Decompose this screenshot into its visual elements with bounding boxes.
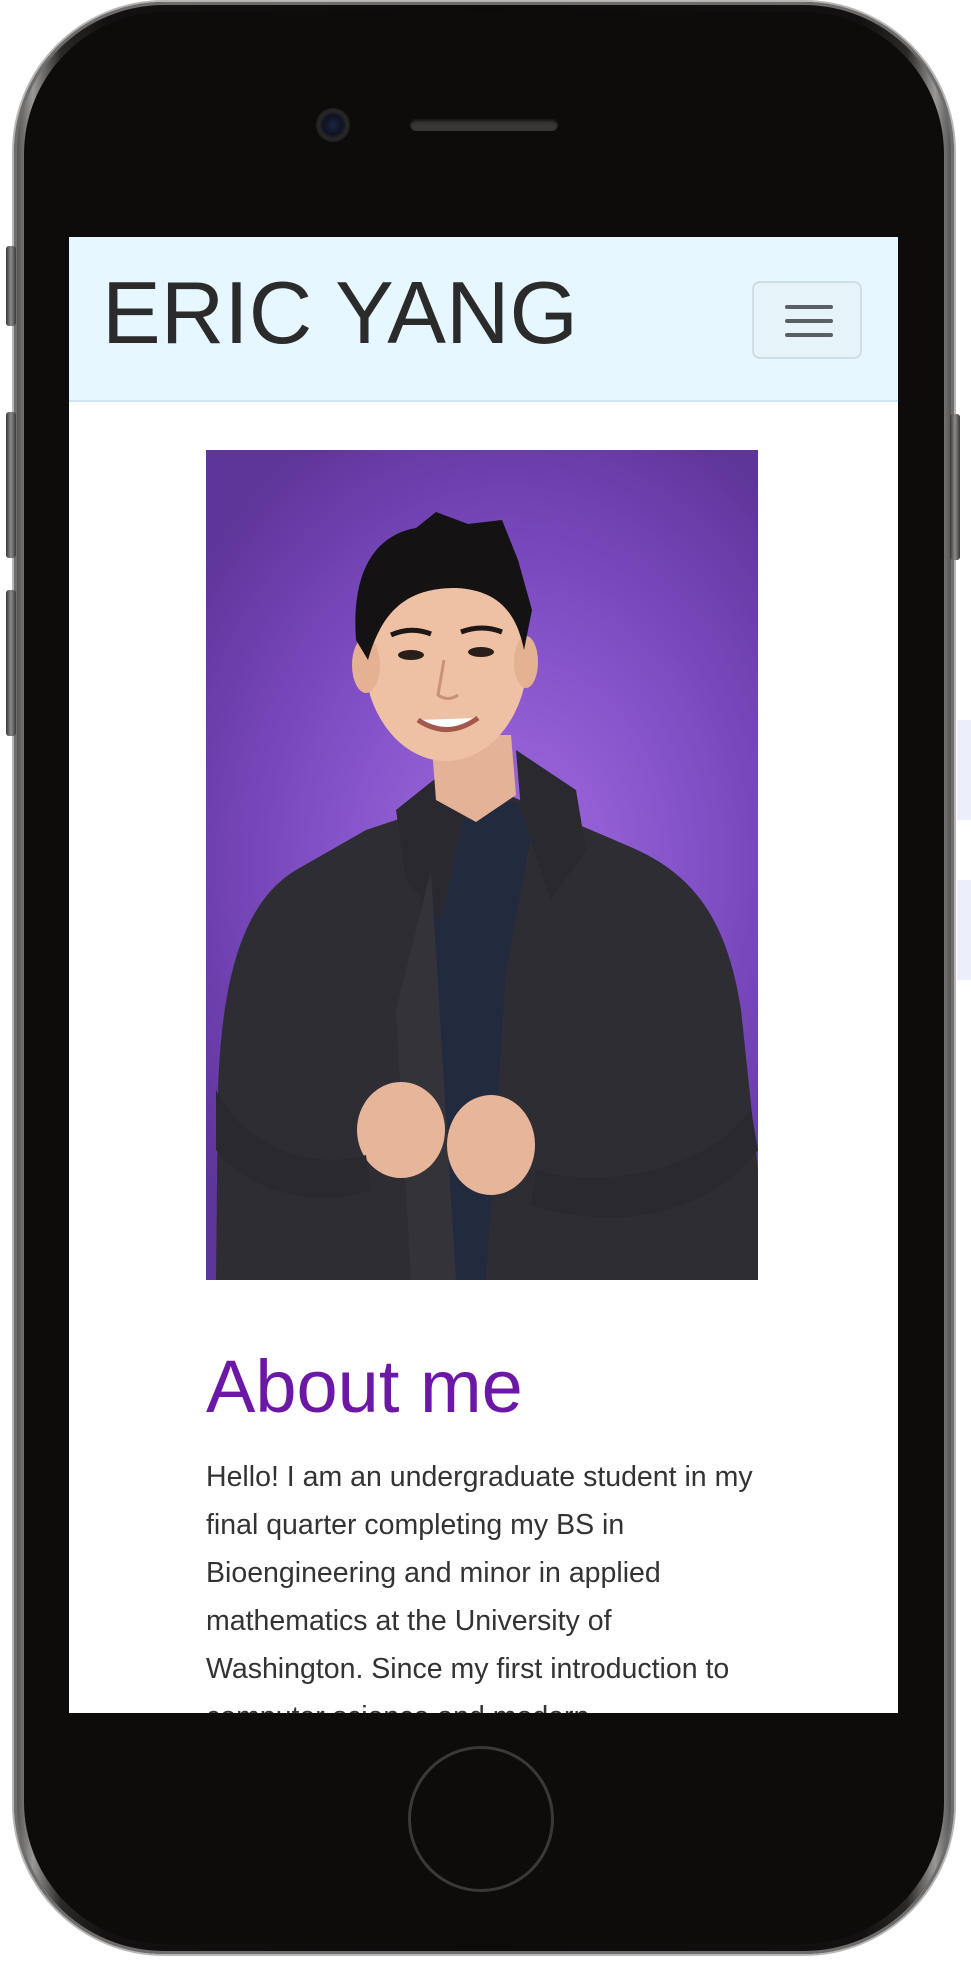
site-brand[interactable]: ERIC YANG bbox=[102, 263, 578, 363]
hamburger-icon bbox=[785, 303, 833, 339]
navbar-toggle-button[interactable] bbox=[752, 281, 862, 359]
home-button[interactable] bbox=[408, 1746, 554, 1892]
earpiece-speaker bbox=[410, 119, 558, 131]
volume-down-button bbox=[6, 590, 16, 736]
mute-switch bbox=[6, 246, 16, 326]
front-camera-icon bbox=[318, 110, 348, 140]
about-heading: About me bbox=[206, 1345, 523, 1428]
portrait-illustration bbox=[216, 512, 758, 1280]
volume-up-button bbox=[6, 412, 16, 558]
page-stage: ERIC YANG About me Hello! I am an underg… bbox=[0, 0, 971, 1964]
about-paragraph: Hello! I am an undergraduate student in … bbox=[206, 1461, 753, 1713]
navbar: ERIC YANG bbox=[69, 237, 898, 402]
power-button bbox=[950, 414, 960, 560]
background-strip bbox=[957, 880, 971, 980]
profile-photo bbox=[206, 450, 758, 1280]
background-strip bbox=[957, 720, 971, 820]
phone-screen: ERIC YANG About me Hello! I am an underg… bbox=[69, 237, 898, 1713]
